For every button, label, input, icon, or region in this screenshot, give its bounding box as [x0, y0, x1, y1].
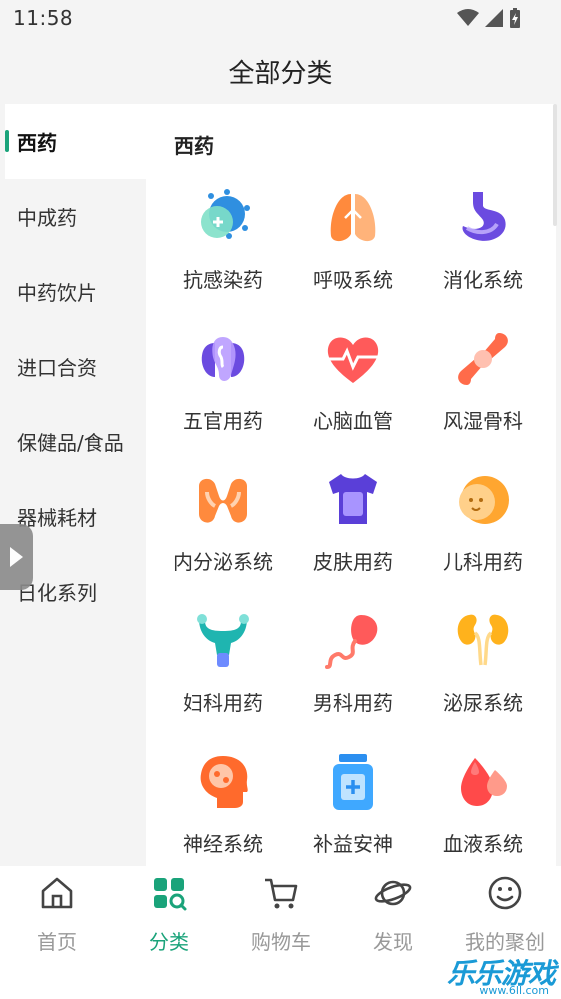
- category-label: 妇科用药: [183, 691, 263, 715]
- sidebar-item-jinkou-hezi[interactable]: 进口合资: [5, 329, 146, 404]
- blood-drops-icon: [461, 758, 507, 806]
- category-label: 皮肤用药: [313, 550, 393, 574]
- watermark-url: www.6ll.com: [479, 984, 549, 997]
- tab-label: 发现: [373, 930, 413, 954]
- section-title: 西药: [174, 134, 214, 158]
- category-label: 抗感染药: [183, 268, 263, 292]
- shirt-icon: [329, 474, 377, 524]
- watermark-logo: 乐乐游戏 www.6ll.com: [441, 952, 559, 998]
- kidneys-icon: [457, 614, 509, 666]
- tab-label: 分类: [149, 930, 189, 954]
- category-label: 血液系统: [443, 832, 523, 856]
- content-scrollbar[interactable]: [553, 104, 557, 226]
- heart-pulse-icon: [327, 337, 379, 383]
- bone-joint-icon: [458, 333, 508, 385]
- category-label: 泌尿系统: [443, 691, 523, 715]
- category-item[interactable]: 内分泌系统: [158, 466, 288, 596]
- tab-label: 首页: [37, 930, 77, 954]
- category-label: 消化系统: [443, 268, 523, 292]
- sidebar-item-baojianpin[interactable]: 保健品/食品: [5, 404, 146, 479]
- virus-icon: [201, 189, 250, 239]
- category-label: 儿科用药: [443, 550, 523, 574]
- sidebar-item-zhongchengyao[interactable]: 中成药: [5, 179, 146, 254]
- sidebar-item-label: 保健品/食品: [17, 431, 124, 455]
- status-icons: [457, 8, 521, 28]
- category-label: 心脑血管: [313, 409, 393, 433]
- sidebar-item-label: 进口合资: [17, 356, 97, 380]
- category-item[interactable]: 血液系统: [418, 748, 548, 866]
- category-item[interactable]: 男科用药: [288, 607, 418, 737]
- head-brain-icon: [200, 756, 248, 808]
- category-item[interactable]: 儿科用药: [418, 466, 548, 596]
- category-label: 补益安神: [313, 832, 393, 856]
- status-bar: 11:58: [0, 0, 561, 38]
- category-label: 五官用药: [183, 409, 263, 433]
- category-label: 风湿骨科: [443, 409, 523, 433]
- uterus-icon: [197, 614, 249, 667]
- tab-label: 我的聚创: [465, 930, 545, 954]
- category-item[interactable]: 五官用药: [158, 325, 288, 455]
- tab-cart[interactable]: 购物车: [225, 874, 337, 954]
- category-item[interactable]: 泌尿系统: [418, 607, 548, 737]
- category-label: 神经系统: [183, 832, 263, 856]
- floating-expand-tab[interactable]: [0, 524, 33, 590]
- cart-icon: [265, 878, 298, 909]
- category-item[interactable]: 抗感染药: [158, 184, 288, 314]
- wifi-icon: [457, 9, 479, 26]
- battery-icon: [510, 8, 520, 28]
- home-icon: [41, 877, 73, 909]
- sidebar-item-xiyao[interactable]: 西药: [5, 104, 146, 179]
- category-item[interactable]: 神经系统: [158, 748, 288, 866]
- category-item[interactable]: 呼吸系统: [288, 184, 418, 314]
- tab-discover[interactable]: 发现: [337, 874, 449, 954]
- play-arrow-icon: [10, 547, 23, 567]
- page-title: 全部分类: [228, 58, 333, 89]
- category-item[interactable]: 消化系统: [418, 184, 548, 314]
- lungs-icon: [330, 190, 376, 242]
- tab-home[interactable]: 首页: [1, 874, 113, 954]
- stomach-icon: [462, 192, 506, 241]
- sidebar-item-label: 西药: [17, 131, 57, 155]
- signal-icon: [485, 9, 503, 27]
- category-content: 西药 抗感染药 呼吸系统 消化系统 五官用药 心脑血管 风湿骨科 内分泌系统 皮…: [146, 104, 556, 866]
- category-item[interactable]: 风湿骨科: [418, 325, 548, 455]
- sperm-icon: [325, 615, 378, 669]
- ear-icon: [201, 337, 245, 381]
- category-sidebar: 西药 中成药 中药饮片 进口合资 保健品/食品 器械耗材 日化系列: [5, 104, 146, 866]
- category-item[interactable]: 补益安神: [288, 748, 418, 866]
- tab-category[interactable]: 分类: [113, 874, 225, 954]
- smiley-icon: [488, 876, 522, 910]
- tab-profile[interactable]: 我的聚创: [449, 874, 561, 954]
- thyroid-icon: [199, 478, 247, 523]
- category-label: 内分泌系统: [173, 550, 273, 574]
- planet-icon: [374, 880, 412, 906]
- category-icon: [154, 878, 187, 911]
- baby-face-icon: [459, 476, 509, 524]
- category-item[interactable]: 心脑血管: [288, 325, 418, 455]
- tab-label: 购物车: [251, 930, 311, 954]
- sidebar-item-label: 中药饮片: [17, 281, 97, 305]
- category-item[interactable]: 皮肤用药: [288, 466, 418, 596]
- medicine-bottle-icon: [333, 754, 373, 810]
- category-label: 呼吸系统: [313, 268, 393, 292]
- category-item[interactable]: 妇科用药: [158, 607, 288, 737]
- sidebar-item-label: 中成药: [17, 206, 77, 230]
- category-label: 男科用药: [313, 691, 393, 715]
- sidebar-item-zhongyao-yinpian[interactable]: 中药饮片: [5, 254, 146, 329]
- status-time: 11:58: [13, 6, 74, 30]
- header: 全部分类: [0, 38, 561, 104]
